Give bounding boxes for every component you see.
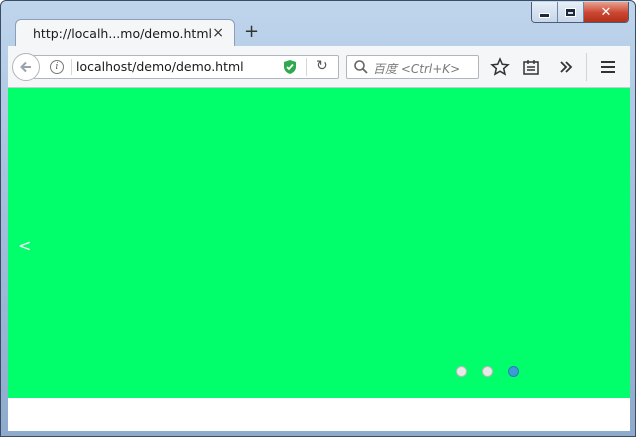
minimize-icon (539, 12, 550, 18)
overflow-chevron-icon[interactable] (558, 57, 574, 81)
carousel-dot-1[interactable] (456, 366, 467, 377)
maximize-button[interactable] (558, 2, 584, 22)
maximize-icon (565, 7, 576, 17)
close-icon: ✕ (600, 4, 612, 20)
browser-window: ✕ http://localh...mo/demo.html × + i loc… (0, 0, 636, 437)
tab-close-icon[interactable]: × (212, 25, 224, 41)
menu-icon[interactable] (599, 57, 617, 81)
address-bar[interactable]: i localhost/demo/demo.html ↻ (34, 55, 339, 79)
minimize-button[interactable] (532, 2, 558, 22)
search-input[interactable]: 百度 <Ctrl+K> (346, 55, 479, 79)
back-button[interactable] (12, 53, 40, 81)
url-text[interactable]: localhost/demo/demo.html (76, 59, 244, 74)
back-icon (20, 61, 31, 73)
navigation-toolbar: i localhost/demo/demo.html ↻ 百度 <Ctrl+K> (8, 46, 630, 88)
search-placeholder: 百度 <Ctrl+K> (373, 62, 461, 76)
carousel-dot-2[interactable] (482, 366, 493, 377)
url-divider (71, 59, 72, 75)
tab-title: http://localh...mo/demo.html (33, 26, 212, 41)
info-icon[interactable]: i (50, 60, 64, 74)
bookmark-star-icon[interactable] (490, 57, 510, 81)
new-tab-button[interactable]: + (244, 21, 259, 42)
carousel-slide: < (8, 88, 630, 398)
browser-tab[interactable]: http://localh...mo/demo.html × (15, 19, 235, 47)
carousel-prev-button[interactable]: < (18, 236, 31, 255)
window-controls: ✕ (531, 2, 629, 23)
carousel-dot-3[interactable] (508, 366, 519, 377)
shield-icon[interactable] (282, 59, 298, 79)
page-content: < (8, 88, 630, 431)
reading-list-icon[interactable] (522, 57, 540, 81)
toolbar-separator (586, 53, 587, 81)
search-icon (353, 59, 369, 79)
close-window-button[interactable]: ✕ (584, 2, 628, 22)
reload-divider (306, 58, 307, 76)
reload-icon[interactable]: ↻ (316, 58, 328, 74)
